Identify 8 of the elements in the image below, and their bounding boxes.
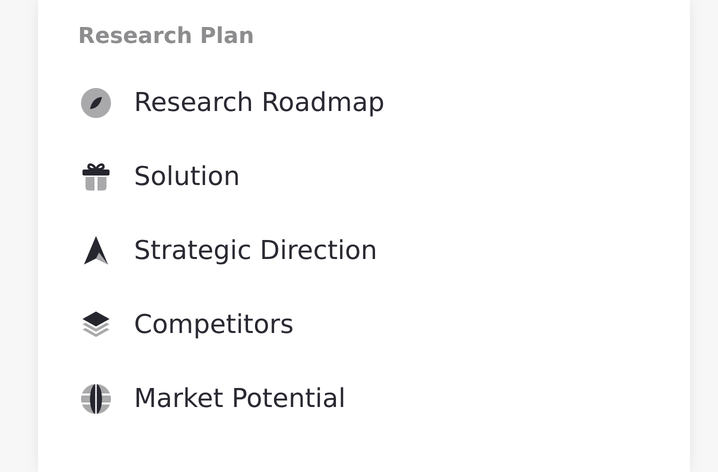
menu-item[interactable]: Research Roadmap <box>134 84 385 122</box>
menu-item[interactable]: Competitors <box>134 306 294 344</box>
menu-item[interactable]: Strategic Direction <box>134 232 378 270</box>
menu-item[interactable]: Market Potential <box>134 380 346 418</box>
compass-icon <box>78 85 114 121</box>
globe-icon <box>78 381 114 417</box>
menu-item[interactable]: Solution <box>134 158 240 196</box>
section-title: Research Plan <box>78 23 256 51</box>
